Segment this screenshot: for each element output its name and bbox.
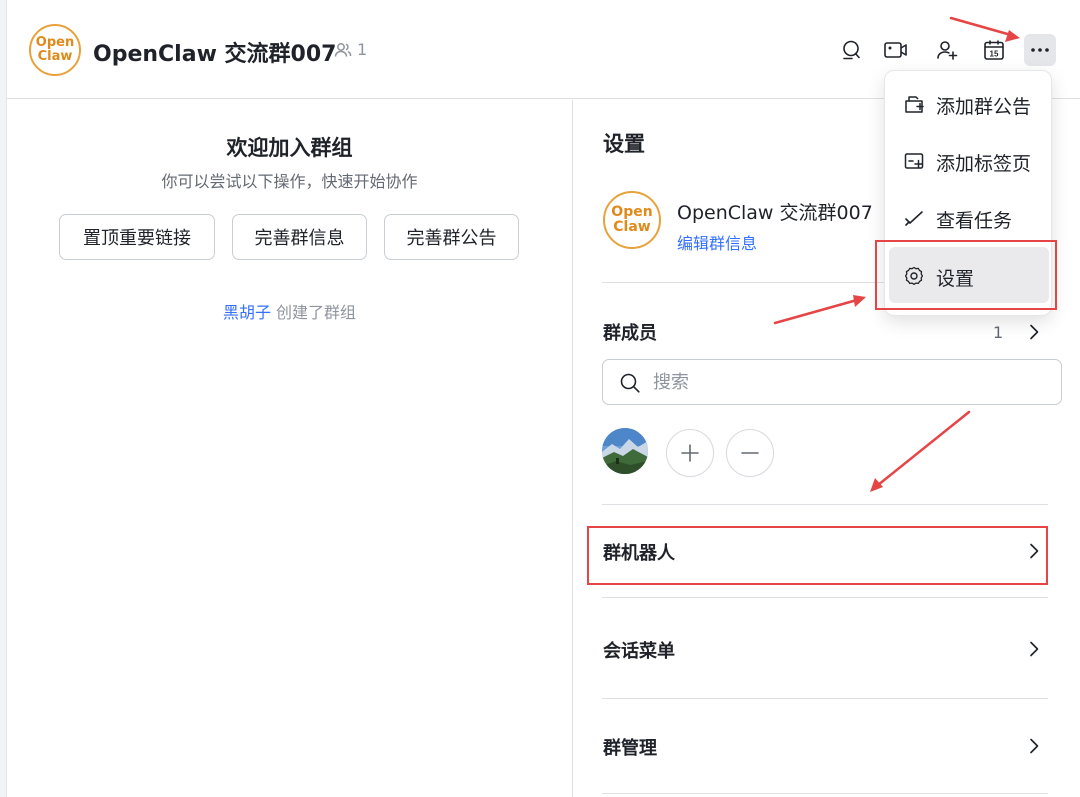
chat-menu-row[interactable]: 会话菜单	[602, 625, 1048, 675]
more-button[interactable]	[1024, 34, 1056, 66]
remove-member-circle-button[interactable]	[726, 429, 774, 477]
divider	[602, 793, 1048, 794]
group-management-label: 群管理	[603, 738, 657, 759]
annotation-box-group-bots	[587, 526, 1048, 585]
logo-text-line2: Claw	[613, 219, 651, 235]
divider	[602, 597, 1048, 598]
add-tab-icon	[904, 153, 924, 169]
member-count[interactable]: 1	[357, 40, 367, 59]
members-title[interactable]: 群成员	[603, 319, 657, 345]
menu-item-add-announcement[interactable]: 添加群公告	[889, 75, 1049, 131]
video-call-button[interactable]	[880, 34, 912, 66]
group-title[interactable]: OpenClaw 交流群007	[93, 36, 336, 68]
add-member-circle-button[interactable]	[666, 429, 714, 477]
task-icon	[905, 211, 923, 226]
menu-item-add-tab[interactable]: 添加标签页	[889, 132, 1049, 188]
video-icon	[884, 42, 907, 58]
edit-group-info-link[interactable]: 编辑群信息	[677, 230, 757, 254]
divider	[602, 504, 1048, 505]
created-message: 黑胡子 创建了群组	[7, 299, 572, 323]
complete-announcement-button[interactable]: 完善群公告	[384, 214, 519, 260]
menu-item-label: 添加标签页	[936, 153, 1032, 175]
chat-menu-label: 会话菜单	[603, 641, 675, 662]
group-management-row[interactable]: 群管理	[602, 722, 1048, 772]
complete-group-info-button[interactable]: 完善群信息	[232, 214, 367, 260]
annotation-box-settings	[875, 240, 1057, 310]
landscape-photo	[602, 428, 648, 474]
logo-text-line2: Claw	[37, 49, 73, 64]
calendar-icon: 15	[984, 40, 1004, 60]
menu-item-label: 添加群公告	[936, 96, 1032, 118]
search-chat-button[interactable]	[835, 34, 867, 66]
calendar-button[interactable]: 15	[978, 34, 1010, 66]
group-avatar[interactable]: Open Claw	[29, 24, 81, 76]
logo-text-line1: Open	[35, 35, 75, 51]
welcome-title: 欢迎加入群组	[226, 136, 353, 160]
chat-pane: 欢迎加入群组 你可以尝试以下操作，快速开始协作 置顶重要链接 完善群信息 完善群…	[7, 100, 572, 797]
announcement-icon	[905, 96, 924, 113]
plus-icon	[681, 444, 699, 462]
menu-item-label: 查看任务	[936, 210, 1013, 232]
minus-icon	[741, 452, 759, 454]
add-member-icon	[937, 41, 958, 60]
member-search-field[interactable]	[602, 359, 1062, 405]
chevron-right-icon	[1030, 738, 1039, 754]
settings-title: 设置	[603, 132, 645, 156]
settings-group-avatar: Open Claw	[603, 191, 661, 249]
chevron-right-icon	[1030, 641, 1039, 657]
more-icon	[1031, 48, 1049, 52]
menu-item-view-tasks[interactable]: 查看任务	[889, 189, 1049, 245]
search-chat-icon	[843, 40, 860, 60]
members-icon[interactable]	[333, 40, 353, 60]
settings-group-name: OpenClaw 交流群007	[677, 202, 873, 224]
created-text: 创建了群组	[270, 303, 357, 322]
logo-text-line1: Open	[611, 204, 653, 221]
pin-links-button[interactable]: 置顶重要链接	[59, 214, 215, 260]
members-count[interactable]: 1	[993, 323, 1003, 342]
chevron-right-icon[interactable]	[1025, 323, 1043, 341]
search-icon	[620, 373, 640, 393]
add-member-button[interactable]	[931, 34, 963, 66]
member-avatar[interactable]	[602, 428, 648, 474]
calendar-day: 15	[990, 50, 999, 59]
welcome-subtitle: 你可以尝试以下操作，快速开始协作	[161, 172, 418, 191]
member-search-input[interactable]	[653, 368, 1033, 396]
creator-link[interactable]: 黑胡子	[223, 303, 271, 322]
divider	[602, 698, 1048, 699]
